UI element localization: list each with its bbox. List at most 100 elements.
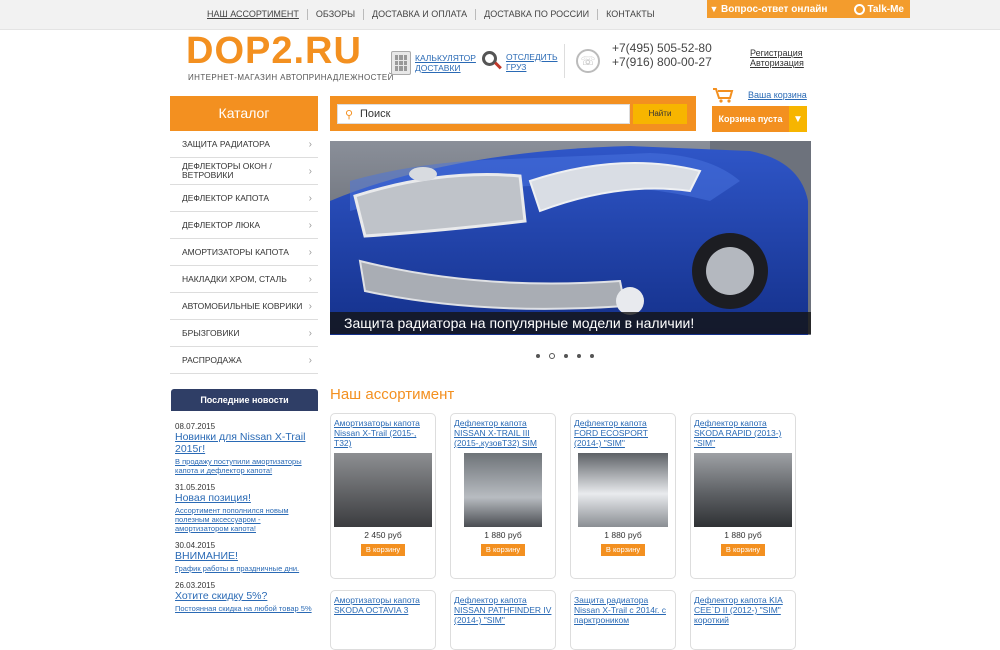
product-name-link[interactable]: Дефлектор капота NISSAN X-TRAIL III (201…	[454, 418, 552, 448]
catalog-item-radiator[interactable]: ЗАЩИТА РАДИАТОРА ›	[170, 131, 318, 158]
news-item: 08.07.2015 Новинки для Nissan X-Trail 20…	[175, 422, 315, 475]
news-title-link[interactable]: Хотите скидку 5%?	[175, 590, 315, 602]
product-name-link[interactable]: Дефлектор капота FORD ECOSPORT (2014-) "…	[574, 418, 672, 448]
product-name-link[interactable]: Дефлектор капота KIA CEE`D II (2012-) "S…	[694, 595, 792, 625]
catalog-item-label: ДЕФЛЕКТОР КАПОТА	[182, 193, 270, 203]
catalog-item-sunroof-deflector[interactable]: ДЕФЛЕКТОР ЛЮКА ›	[170, 212, 318, 239]
news-title-link[interactable]: ВНИМАНИЕ!	[175, 550, 315, 562]
header-divider	[564, 44, 565, 78]
phone-2: +7(916) 800-00-27	[612, 55, 712, 69]
news-list: 08.07.2015 Новинки для Nissan X-Trail 20…	[175, 422, 315, 621]
site-tagline: ИНТЕРНЕТ-МАГАЗИН АВТОПРИНАДЛЕЖНОСТЕЙ	[188, 73, 394, 82]
product-name-link[interactable]: Амортизаторы капота Nissan X-Trail (2015…	[334, 418, 432, 448]
news-title-link[interactable]: Новая позиция!	[175, 492, 315, 504]
chevron-down-icon: ▼	[789, 106, 807, 132]
catalog-item-car-mats[interactable]: АВТОМОБИЛЬНЫЕ КОВРИКИ ›	[170, 293, 318, 320]
product-price: 2 450 руб	[364, 530, 402, 540]
news-title: Последние новости	[171, 389, 318, 411]
catalog-item-sale[interactable]: РАСПРОДАЖА ›	[170, 347, 318, 374]
slider-dot[interactable]	[590, 354, 594, 358]
product-card[interactable]: Дефлектор капота KIA CEE`D II (2012-) "S…	[690, 590, 796, 650]
news-item: 26.03.2015 Хотите скидку 5%? Постоянная …	[175, 581, 315, 613]
qa-label: Вопрос-ответ онлайн	[721, 3, 828, 15]
chevron-right-icon: ›	[308, 354, 312, 366]
site-logo[interactable]: DOP2.RU	[186, 30, 362, 73]
product-image[interactable]	[334, 453, 432, 527]
chevron-right-icon: ›	[308, 327, 312, 339]
product-image[interactable]	[578, 453, 668, 527]
slider-dot-active[interactable]	[549, 353, 555, 359]
catalog-item-chrome-trim[interactable]: НАКЛАДКИ ХРОМ, СТАЛЬ ›	[170, 266, 318, 293]
news-title-link[interactable]: Новинки для Nissan X-Trail 2015г!	[175, 431, 315, 455]
product-card[interactable]: Дефлектор капота FORD ECOSPORT (2014-) "…	[570, 413, 676, 579]
product-name-link[interactable]: Дефлектор капота NISSAN PATHFINDER IV (2…	[454, 595, 552, 625]
calc-line1: КАЛЬКУЛЯТОР	[415, 53, 476, 63]
topnav-delivery-payment[interactable]: ДОСТАВКА И ОПЛАТА	[363, 9, 475, 20]
catalog-item-label: ДЕФЛЕКТОР ЛЮКА	[182, 220, 261, 230]
product-card[interactable]: Дефлектор капота NISSAN X-TRAIL III (201…	[450, 413, 556, 579]
search-button[interactable]: Найти	[633, 104, 687, 124]
catalog-item-hood-struts[interactable]: АМОРТИЗАТОРЫ КАПОТА ›	[170, 239, 318, 266]
add-to-cart-button[interactable]: В корзину	[601, 544, 645, 556]
hero-slider-image[interactable]	[330, 141, 811, 335]
news-desc-link[interactable]: В продажу поступили амортизаторы капота …	[175, 457, 315, 475]
product-image[interactable]	[464, 453, 542, 527]
track-line2: ГРУЗ	[506, 62, 527, 72]
phone-1: +7(495) 505-52-80	[612, 41, 712, 55]
calc-line2: ДОСТАВКИ	[415, 63, 461, 73]
chat-icon	[853, 3, 865, 15]
news-desc-link[interactable]: Ассортимент пополнился новым полезным ак…	[175, 506, 315, 533]
slider-dot[interactable]	[536, 354, 540, 358]
add-to-cart-button[interactable]: В корзину	[721, 544, 765, 556]
cart-icon[interactable]	[712, 87, 734, 103]
chevron-right-icon: ›	[308, 246, 312, 258]
add-to-cart-button[interactable]: В корзину	[481, 544, 525, 556]
search-input[interactable]: ⚲ Поиск	[337, 104, 630, 124]
search-icon: ⚲	[344, 108, 354, 121]
talkme-link[interactable]: Talk-Me	[853, 3, 905, 15]
top-nav: НАШ АССОРТИМЕНТ ОБЗОРЫ ДОСТАВКА И ОПЛАТА…	[199, 9, 663, 20]
topnav-reviews[interactable]: ОБЗОРЫ	[306, 9, 363, 20]
talkme-label: Talk-Me	[867, 3, 905, 15]
catalog-item-mudflaps[interactable]: БРЫЗГОВИКИ ›	[170, 320, 318, 347]
news-desc-link[interactable]: Постоянная скидка на любой товар 5%	[175, 604, 315, 613]
catalog-item-window-deflectors[interactable]: ДЕФЛЕКТОРЫ ОКОН / ВЕТРОВИКИ ›	[170, 158, 318, 185]
product-card[interactable]: Амортизаторы капота SKODA OCTAVIA 3	[330, 590, 436, 650]
news-item: 30.04.2015 ВНИМАНИЕ! График работы в пра…	[175, 541, 315, 573]
topnav-delivery-russia[interactable]: ДОСТАВКА ПО РОССИИ	[475, 9, 597, 20]
catalog-item-label: РАСПРОДАЖА	[182, 355, 242, 365]
product-name-link[interactable]: Защита радиатора Nissan X-Trail с 2014г.…	[574, 595, 672, 625]
delivery-calculator-link[interactable]: КАЛЬКУЛЯТОР ДОСТАВКИ	[391, 51, 476, 75]
cart-link[interactable]: Ваша корзина	[748, 90, 807, 100]
chevron-right-icon: ›	[308, 165, 312, 177]
catalog-title: Каталог	[170, 96, 318, 131]
track-cargo-link[interactable]: ОТСЛЕДИТЬ ГРУЗ	[482, 51, 558, 73]
news-desc-link[interactable]: График работы в праздничные дни.	[175, 564, 315, 573]
product-card[interactable]: Дефлектор капота NISSAN PATHFINDER IV (2…	[450, 590, 556, 650]
slider-pagination	[536, 353, 594, 359]
product-name-link[interactable]: Дефлектор капота SKODA RAPID (2013-) "SI…	[694, 418, 792, 448]
product-image[interactable]	[694, 453, 792, 527]
login-link[interactable]: Авторизация	[750, 58, 804, 68]
cart-button[interactable]: Корзина пуста ▼	[712, 106, 807, 132]
product-card[interactable]: Дефлектор капота SKODA RAPID (2013-) "SI…	[690, 413, 796, 579]
slider-dot[interactable]	[564, 354, 568, 358]
magnifier-icon	[482, 51, 502, 73]
catalog-item-hood-deflector[interactable]: ДЕФЛЕКТОР КАПОТА ›	[170, 185, 318, 212]
register-link[interactable]: Регистрация	[750, 48, 804, 58]
product-name-link[interactable]: Амортизаторы капота SKODA OCTAVIA 3	[334, 595, 432, 625]
catalog-item-label: АМОРТИЗАТОРЫ КАПОТА	[182, 247, 289, 257]
topnav-assortment[interactable]: НАШ АССОРТИМЕНТ	[199, 9, 307, 20]
qa-online-button[interactable]: ▼ Вопрос-ответ онлайн Talk-Me	[707, 0, 910, 18]
add-to-cart-button[interactable]: В корзину	[361, 544, 405, 556]
topnav-contacts[interactable]: КОНТАКТЫ	[597, 9, 663, 20]
slider-caption: Защита радиатора на популярные модели в …	[330, 312, 811, 334]
slider-dot[interactable]	[577, 354, 581, 358]
product-card[interactable]: Амортизаторы капота Nissan X-Trail (2015…	[330, 413, 436, 579]
chevron-right-icon: ›	[308, 300, 312, 312]
chevron-right-icon: ›	[308, 138, 312, 150]
product-card[interactable]: Защита радиатора Nissan X-Trail с 2014г.…	[570, 590, 676, 650]
news-date: 30.04.2015	[175, 541, 216, 550]
product-price: 1 880 руб	[484, 530, 522, 540]
assortment-title: Наш ассортимент	[330, 386, 455, 403]
